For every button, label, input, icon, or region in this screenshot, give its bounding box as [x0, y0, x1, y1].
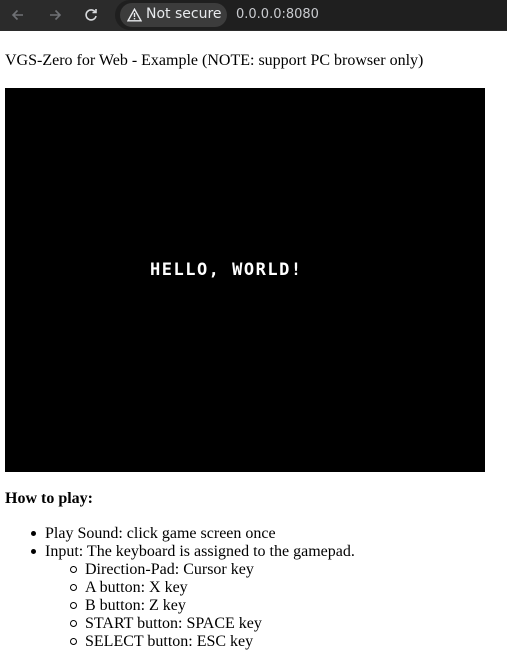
browser-toolbar: Not secure 0.0.0.0:8080	[0, 0, 507, 31]
game-screen-text: HELLO, WORLD!	[150, 260, 303, 280]
back-arrow-icon[interactable]	[9, 6, 27, 24]
key-mapping-item: Direction-Pad: Cursor key	[0, 561, 507, 579]
game-screen[interactable]: HELLO, WORLD!	[5, 88, 485, 472]
reload-icon[interactable]	[82, 6, 100, 24]
bullet-icon	[31, 531, 36, 536]
key-mapping-item: B button: Z key	[0, 597, 507, 615]
circle-bullet-icon	[70, 620, 77, 627]
warning-icon	[126, 7, 143, 27]
key-mapping-label: A button: X key	[85, 579, 188, 596]
list-item-label: Input: The keyboard is assigned to the g…	[45, 543, 355, 560]
circle-bullet-icon	[70, 566, 77, 573]
instructions-list: Play Sound: click game screen once Input…	[0, 525, 507, 651]
security-label: Not secure	[146, 6, 222, 22]
security-chip[interactable]: Not secure	[120, 3, 227, 27]
key-mapping-label: B button: Z key	[85, 597, 186, 614]
list-item: Input: The keyboard is assigned to the g…	[0, 543, 507, 561]
key-mapping-item: START button: SPACE key	[0, 615, 507, 633]
list-item-label: Play Sound: click game screen once	[45, 525, 276, 542]
key-mapping-label: SELECT button: ESC key	[85, 633, 254, 650]
key-mapping-label: START button: SPACE key	[85, 615, 262, 632]
key-mapping-label: Direction-Pad: Cursor key	[85, 561, 254, 578]
howto-heading: How to play:	[5, 490, 93, 507]
forward-arrow-icon[interactable]	[46, 6, 64, 24]
address-bar[interactable]: Not secure 0.0.0.0:8080	[115, 0, 507, 30]
circle-bullet-icon	[70, 602, 77, 609]
bullet-icon	[31, 549, 36, 554]
list-item: Play Sound: click game screen once	[0, 525, 507, 543]
key-mapping-item: SELECT button: ESC key	[0, 633, 507, 651]
url-text[interactable]: 0.0.0.0:8080	[236, 7, 319, 22]
circle-bullet-icon	[70, 584, 77, 591]
key-mapping-item: A button: X key	[0, 579, 507, 597]
circle-bullet-icon	[70, 638, 77, 645]
page-title: VGS-Zero for Web - Example (NOTE: suppor…	[5, 52, 424, 69]
